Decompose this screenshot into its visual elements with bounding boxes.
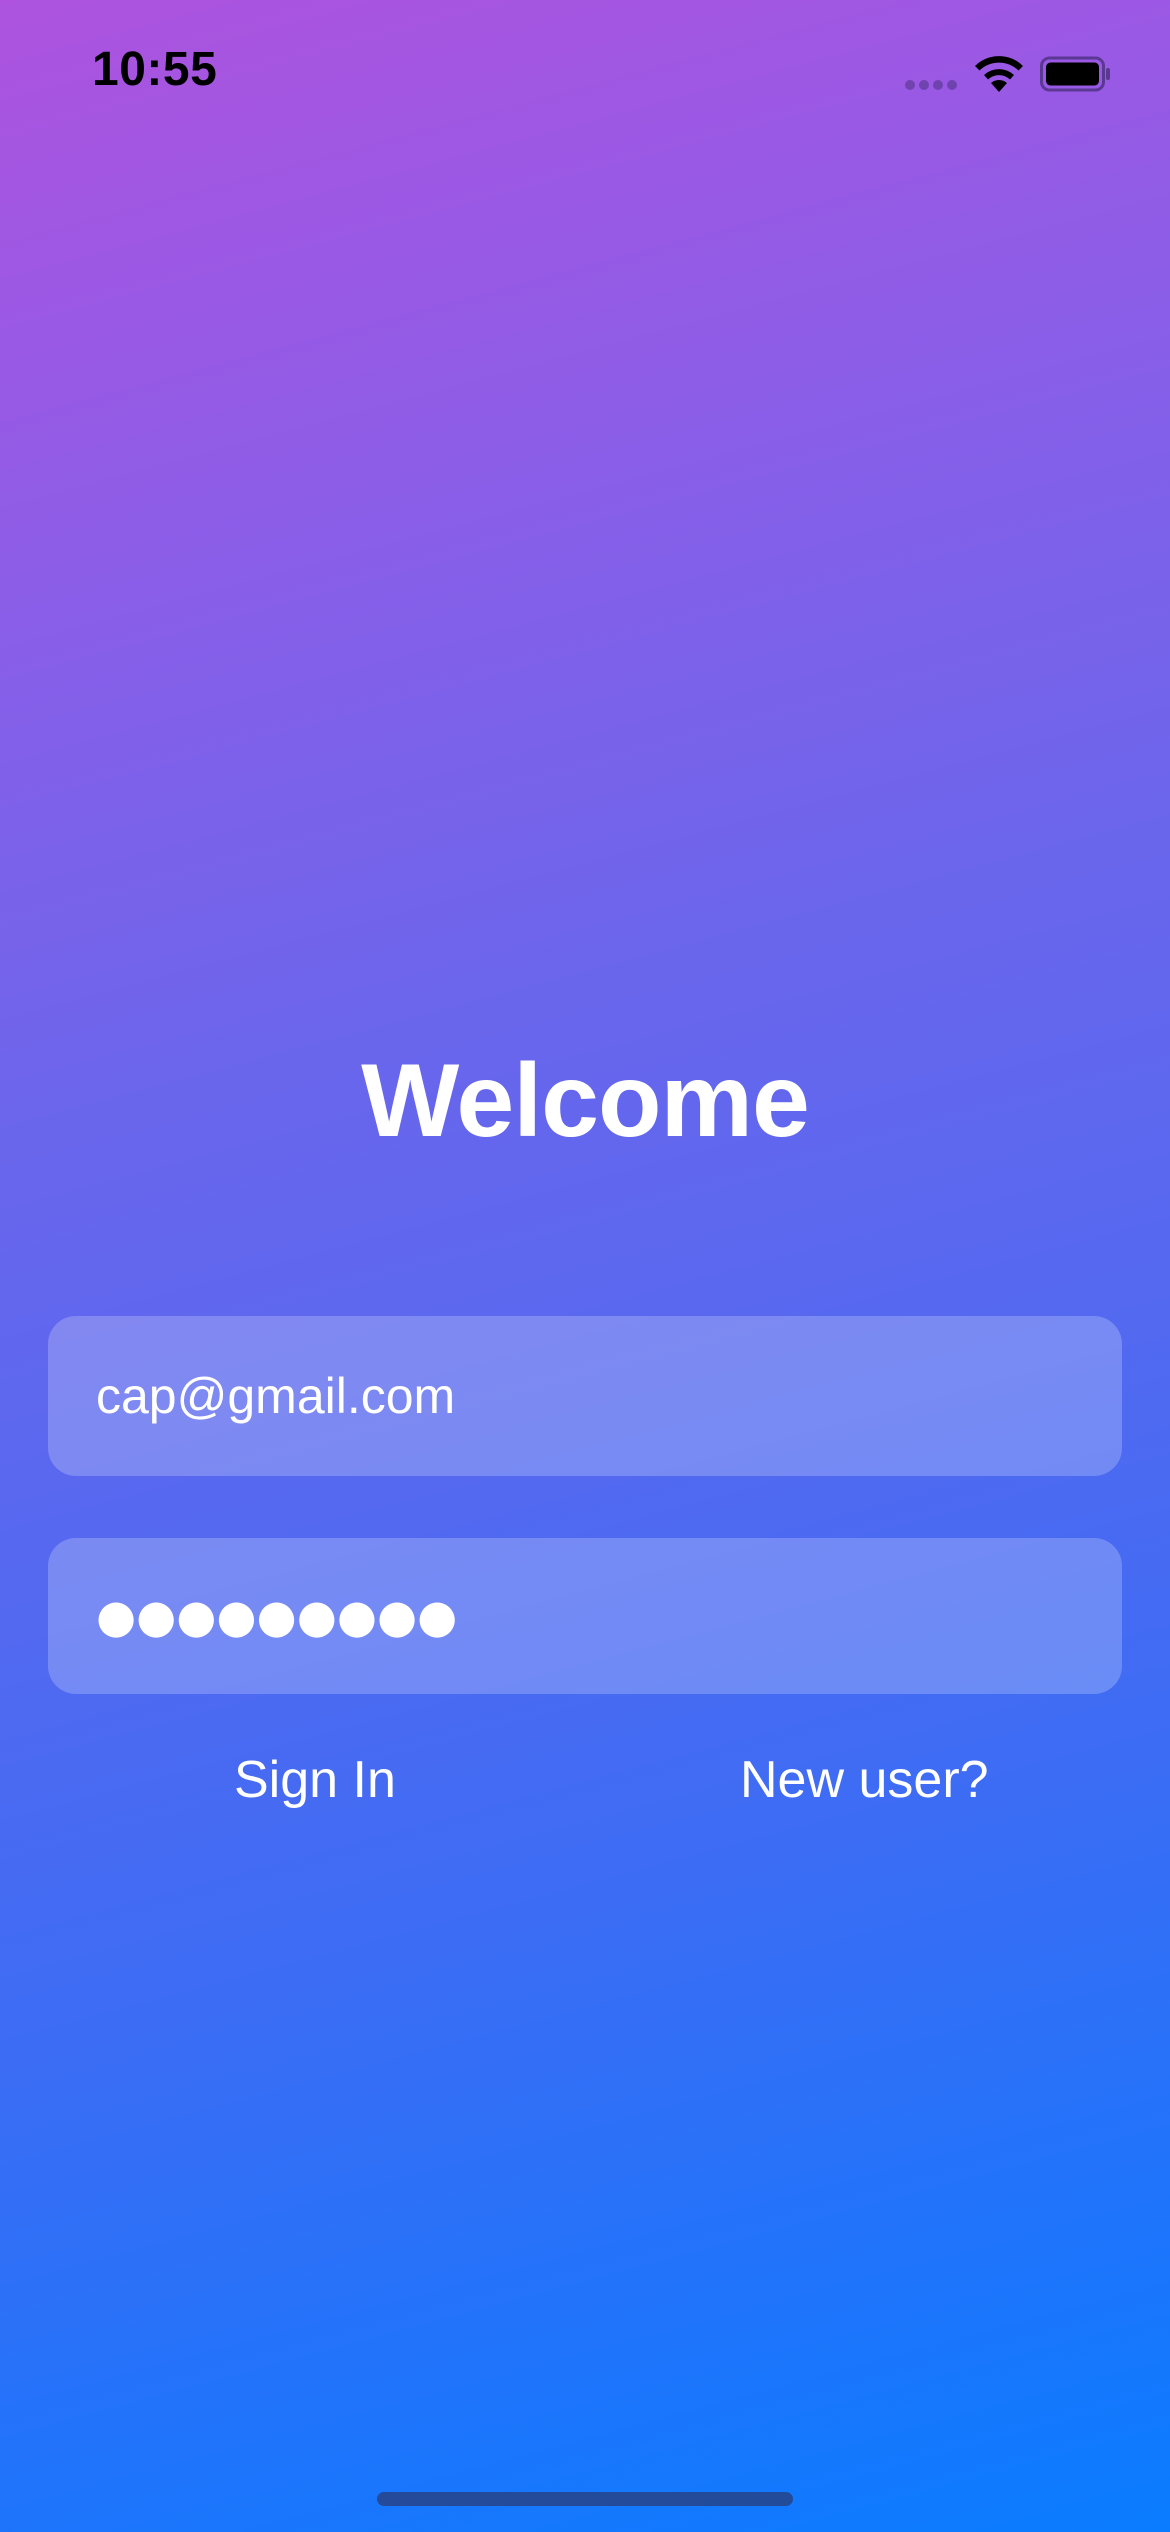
status-bar: 10:55: [0, 0, 1170, 150]
wifi-icon: [975, 56, 1023, 92]
status-time: 10:55: [92, 43, 218, 96]
email-field[interactable]: [48, 1316, 1122, 1476]
new-user-button[interactable]: New user?: [740, 1750, 989, 1810]
sign-in-button[interactable]: Sign In: [234, 1750, 396, 1810]
email-input[interactable]: [96, 1367, 1122, 1425]
cellular-signal-icon: [905, 80, 961, 92]
password-input[interactable]: ●●●●●●●●●: [96, 1589, 457, 1643]
home-indicator[interactable]: [377, 2492, 793, 2506]
battery-icon: [1040, 56, 1110, 92]
login-screen: 10:55 Welcome ●●●●●●●●● Sign In New user…: [0, 0, 1170, 2532]
welcome-title: Welcome: [361, 1043, 810, 1159]
password-field[interactable]: ●●●●●●●●●: [48, 1538, 1122, 1694]
